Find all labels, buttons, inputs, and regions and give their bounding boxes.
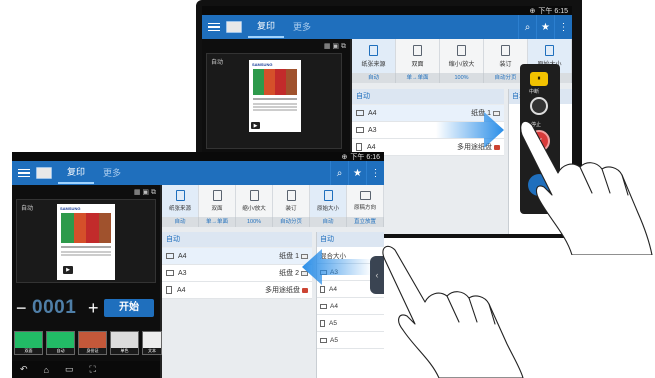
- list-item[interactable]: A3 纸盘 2: [162, 265, 312, 282]
- swipe-left-arrow-icon: [436, 112, 504, 148]
- decrease-button[interactable]: −: [16, 298, 32, 319]
- option-tab-orientation[interactable]: 原稿方向: [347, 185, 384, 217]
- option-value-duplex: 单→单面: [396, 73, 440, 83]
- option-value-collate: 自动分页: [273, 217, 310, 227]
- preset-mono[interactable]: 单色: [110, 331, 139, 355]
- copy-counter: − 0001 + 开始: [16, 297, 156, 319]
- option-value-paper-source: 自动: [162, 217, 199, 227]
- copy-count[interactable]: 0001: [32, 297, 88, 319]
- preset-thumbnails: 双面 自动 身份证 单色 文本: [14, 331, 162, 355]
- option-tab-paper-source[interactable]: 纸张来源: [162, 185, 199, 217]
- copier-icon: [226, 21, 242, 33]
- document-photo: [61, 213, 111, 243]
- back-status-bar: ⊕ 下午 6:15: [202, 6, 572, 15]
- nav-bar: ↶ ⌂ ▭ ⛶: [12, 361, 160, 378]
- copier-icon: [36, 167, 52, 179]
- document-photo: [253, 69, 297, 95]
- recent-apps-icon[interactable]: ▭: [65, 364, 74, 375]
- tab-copy[interactable]: 复印: [248, 16, 284, 38]
- increase-button[interactable]: +: [88, 298, 104, 319]
- option-value-orientation: 直立放置: [347, 217, 384, 227]
- front-status-bar: ⊕ 下午 6:16: [12, 152, 384, 161]
- preset-auto[interactable]: 自动: [46, 331, 75, 355]
- option-value-paper-source: 自动: [352, 73, 396, 83]
- list-item[interactable]: A4 纸盘 1: [162, 248, 312, 265]
- back-icon[interactable]: ↶: [20, 364, 28, 375]
- globe-icon: ⊕: [341, 153, 348, 161]
- pointing-hand-bottom: [382, 245, 524, 378]
- preset-text[interactable]: 文本: [142, 331, 162, 355]
- tab-more[interactable]: 更多: [94, 163, 130, 183]
- pause-icon[interactable]: ⏸: [530, 72, 548, 86]
- play-icon[interactable]: ▶: [63, 266, 73, 274]
- samsung-logo: SAMSUNG: [60, 206, 81, 211]
- tab-copy[interactable]: 复印: [58, 162, 94, 184]
- front-action-bar: 复印 更多 ⌕ ★ ⋮: [12, 161, 384, 185]
- screenshot-icon[interactable]: ⛶: [90, 364, 96, 375]
- menu-icon[interactable]: [208, 22, 220, 32]
- back-action-bar: 复印 更多 ⌕ ★ ⋮: [202, 15, 572, 39]
- option-tab-collate[interactable]: 装订: [273, 185, 310, 217]
- back-source-list-header[interactable]: 自动: [352, 89, 504, 104]
- start-button[interactable]: 开始: [104, 299, 154, 317]
- list-item[interactable]: A4 多用途纸盘: [162, 282, 312, 299]
- preset-duplex[interactable]: 双面: [14, 331, 43, 355]
- front-preview-pane: ▦ ▣ ⧉ 自动 SAMSUNG ▶ − 0001 + 开始 双面 自动 身份证…: [12, 185, 162, 378]
- front-preview-mode: 自动: [21, 206, 34, 212]
- option-tab-paper-source[interactable]: 纸张来源: [352, 39, 396, 73]
- option-value-duplex: 单→单面: [199, 217, 236, 227]
- star-icon[interactable]: ★: [536, 15, 554, 39]
- search-icon[interactable]: ⌕: [330, 161, 348, 185]
- globe-icon: ⊕: [529, 7, 536, 15]
- back-preview: 自动 SAMSUNG ▶: [206, 53, 342, 149]
- menu-icon[interactable]: [18, 168, 30, 178]
- more-vertical-icon[interactable]: ⋮: [366, 161, 384, 185]
- star-icon[interactable]: ★: [348, 161, 366, 185]
- option-tab-original-size[interactable]: 原始大小: [310, 185, 347, 217]
- option-tab-duplex[interactable]: 双面: [199, 185, 236, 217]
- home-icon[interactable]: ⌂: [44, 365, 49, 375]
- option-value-reduce-enlarge: 100%: [236, 217, 273, 227]
- source-list-header[interactable]: 自动: [162, 232, 312, 247]
- option-value-reduce-enlarge: 100%: [440, 73, 484, 83]
- search-icon[interactable]: ⌕: [518, 15, 536, 39]
- pointing-hand-top: [520, 120, 653, 255]
- swipe-left-arrow-icon: [302, 249, 372, 285]
- tab-more[interactable]: 更多: [284, 17, 320, 37]
- more-vertical-icon[interactable]: ⋮: [554, 15, 572, 39]
- view-toggle-icons[interactable]: ▦ ▣ ⧉: [324, 42, 346, 51]
- view-toggle-icons[interactable]: ▦ ▣ ⧉: [134, 188, 156, 197]
- option-tab-reduce-enlarge[interactable]: 缩小/放大: [440, 39, 484, 73]
- interrupt-label: 中断: [529, 89, 540, 95]
- samsung-logo: SAMSUNG: [252, 62, 273, 67]
- option-value-original-size: 自动: [310, 217, 347, 227]
- option-tab-duplex[interactable]: 双面: [396, 39, 440, 73]
- source-list: A4 纸盘 1 A3 纸盘 2 A4 多用途纸盘: [162, 248, 312, 299]
- option-tab-reduce-enlarge[interactable]: 缩小/放大: [236, 185, 273, 217]
- back-preview-mode: 自动: [211, 60, 224, 66]
- play-icon[interactable]: ▶: [251, 122, 260, 129]
- preset-id-card[interactable]: 身份证: [78, 331, 107, 355]
- front-preview: 自动 SAMSUNG ▶: [16, 199, 156, 283]
